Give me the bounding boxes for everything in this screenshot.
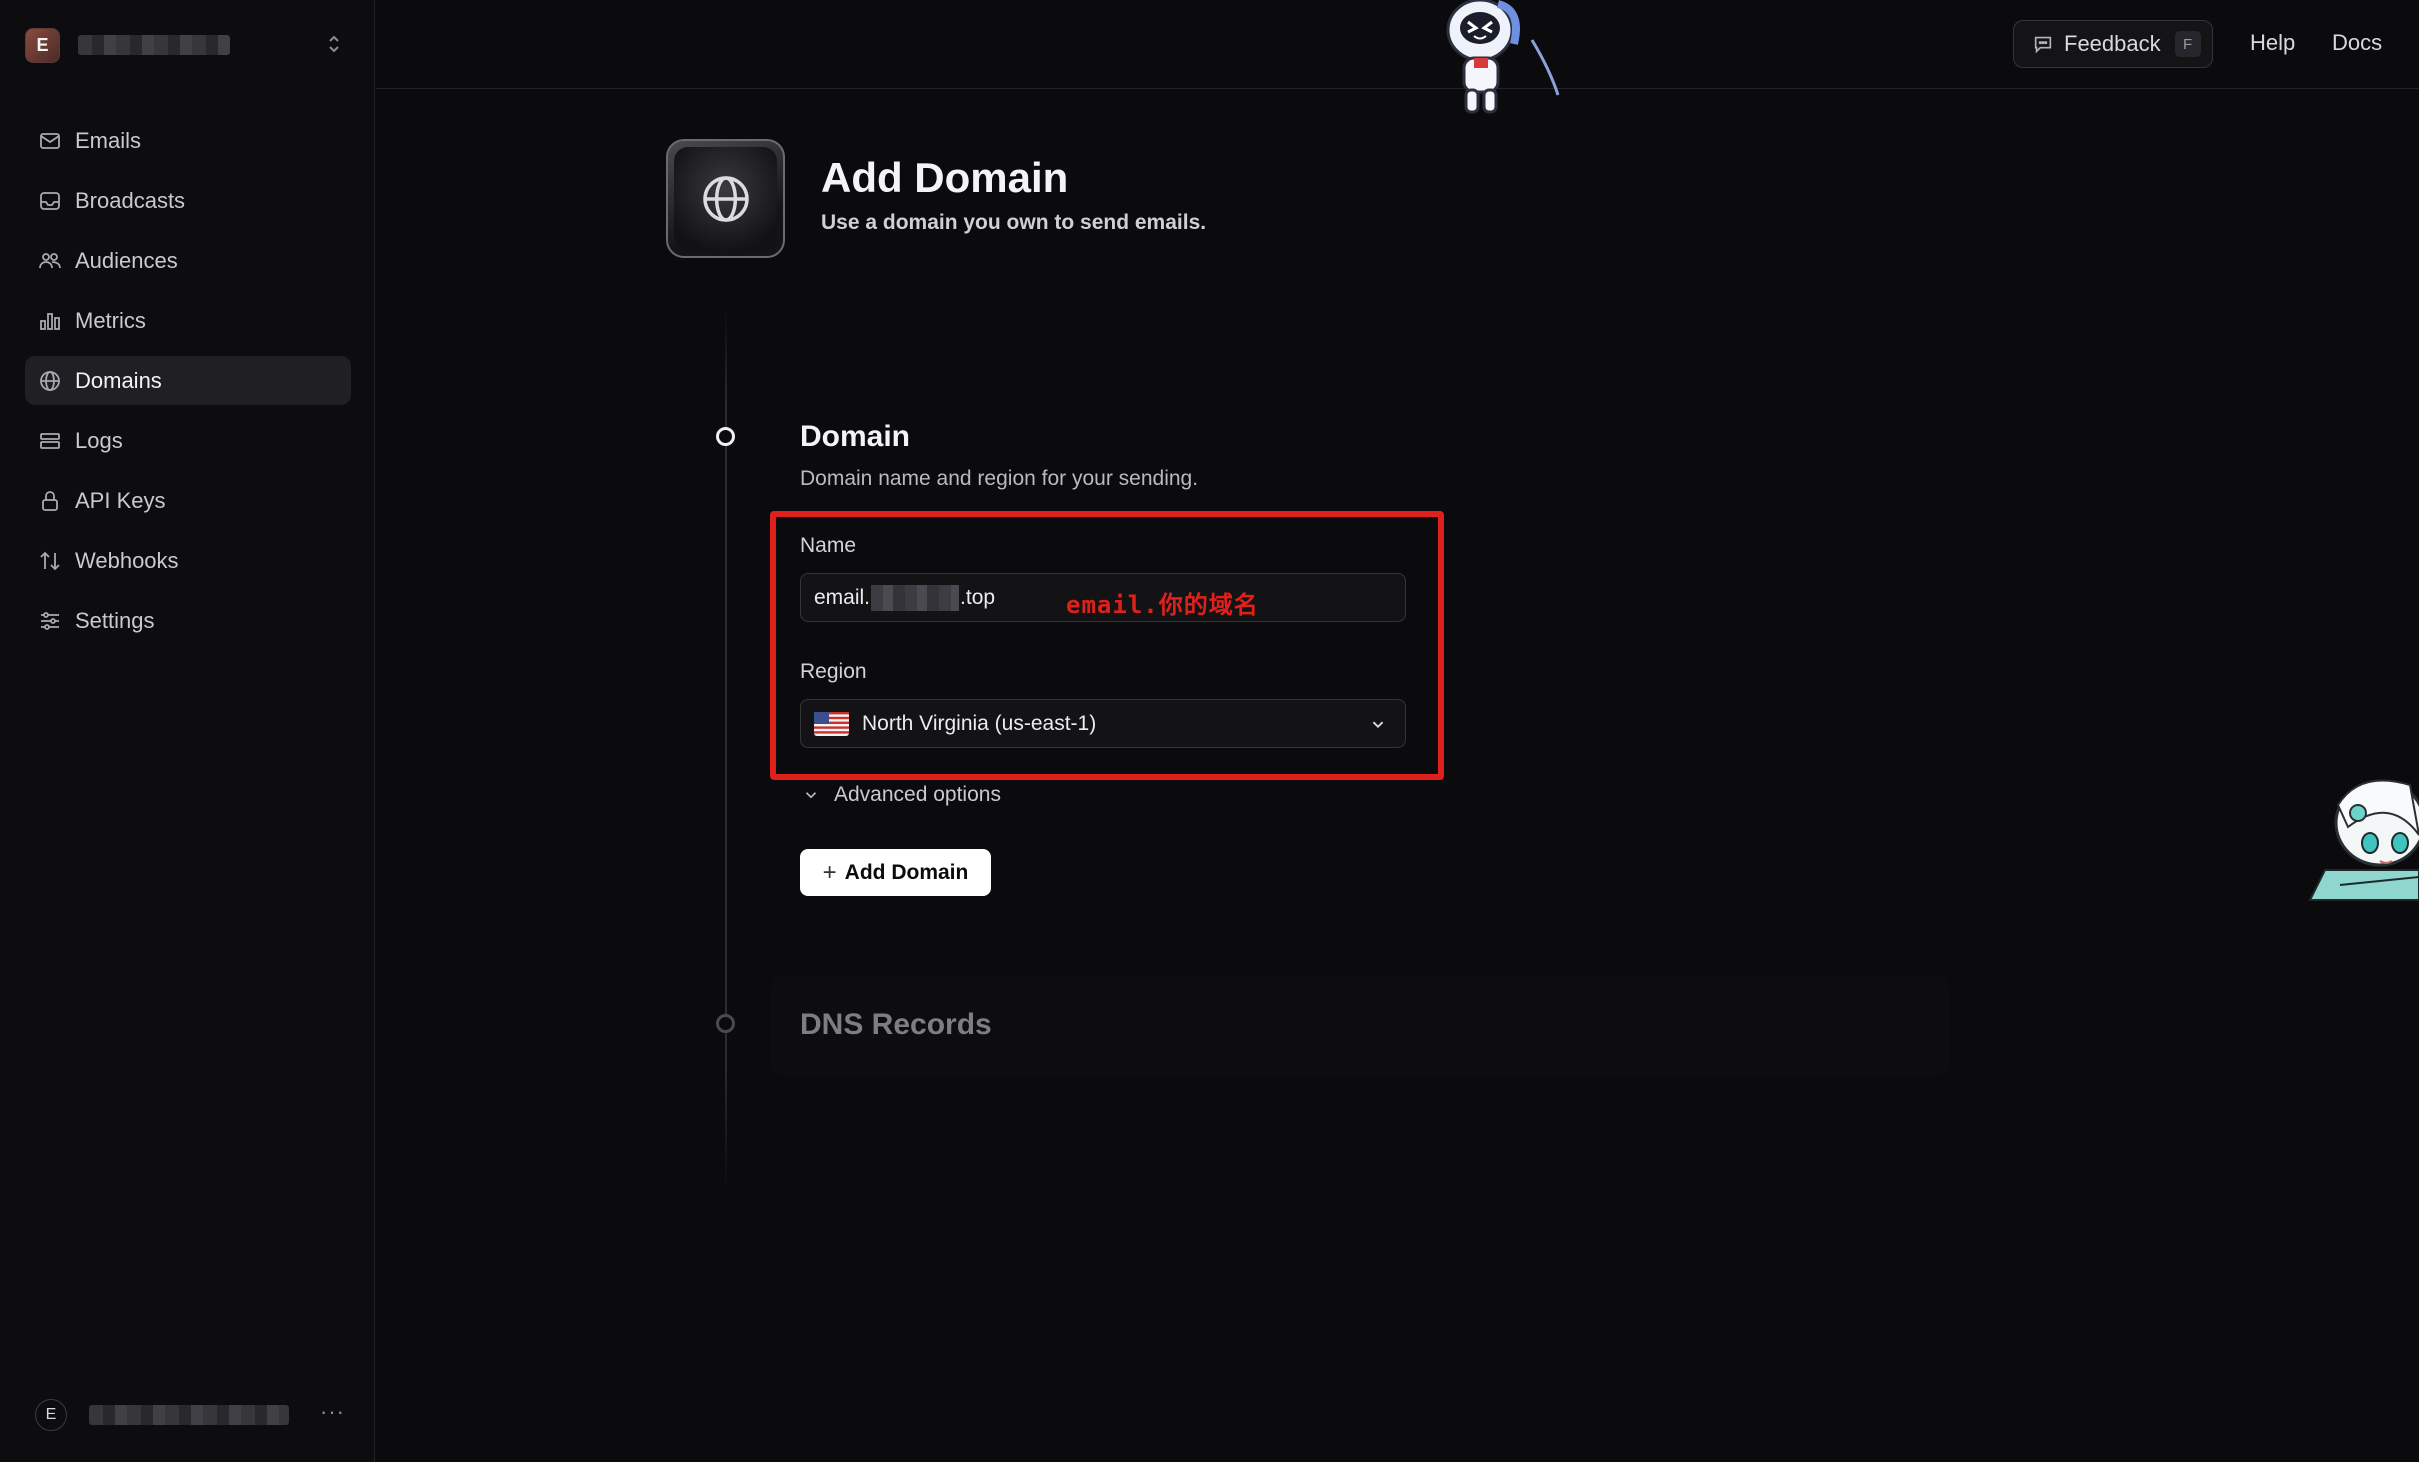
plus-icon: + (822, 858, 837, 886)
chevron-down-icon (802, 786, 820, 804)
user-email-redacted (89, 1405, 289, 1425)
sidebar-item-logs[interactable]: Logs (25, 416, 351, 465)
chevron-up-down-icon (323, 32, 345, 56)
advanced-options-toggle[interactable]: Advanced options (802, 783, 1001, 807)
mascot-sticker-right (2300, 765, 2419, 905)
page-subtitle: Use a domain you own to send emails. (821, 211, 1207, 234)
advanced-options-label: Advanced options (834, 783, 1001, 806)
sidebar-item-label: Broadcasts (75, 187, 186, 213)
dns-step-title: DNS Records (800, 1008, 992, 1041)
user-avatar: E (35, 1399, 67, 1431)
sidebar-item-label: Metrics (75, 307, 146, 333)
feedback-shortcut: F (2174, 31, 2201, 57)
highlight-annotation-box (770, 511, 1444, 780)
lock-icon (38, 489, 62, 513)
sidebar-item-metrics[interactable]: Metrics (25, 296, 351, 345)
arrows-icon (38, 549, 62, 573)
app-window: E Emails Broadcasts Audiences Metrics Do… (0, 0, 2419, 1462)
sidebar-item-domains[interactable]: Domains (25, 356, 351, 405)
domain-globe-badge (666, 139, 785, 258)
sidebar-item-label: Audiences (75, 247, 178, 273)
sidebar-item-label: Domains (75, 367, 162, 393)
topbar: Feedback F Help Docs (376, 0, 2419, 89)
workspace-avatar: E (25, 27, 60, 63)
logs-icon (38, 429, 62, 453)
user-menu[interactable]: E ··· (35, 1395, 345, 1435)
message-icon (2032, 33, 2054, 55)
domain-step-description: Domain name and region for your sending. (800, 467, 1199, 490)
sidebar-item-label: Settings (75, 607, 155, 633)
workspace-switcher[interactable]: E (25, 20, 345, 70)
mail-icon (38, 129, 62, 153)
sidebar: E Emails Broadcasts Audiences Metrics Do… (0, 0, 375, 1462)
mascot-sticker-top (1440, 0, 1560, 118)
bar-chart-icon (38, 309, 62, 333)
more-icon[interactable]: ··· (320, 1399, 345, 1425)
inbox-icon (38, 189, 62, 213)
sidebar-nav: Emails Broadcasts Audiences Metrics Doma… (25, 116, 351, 656)
annotation-text: email.你的域名 (1066, 591, 1259, 619)
domain-step-title: Domain (800, 420, 911, 453)
globe-icon (674, 147, 777, 250)
step-indicator-domain (716, 427, 735, 446)
sliders-icon (38, 609, 62, 633)
globe-icon (38, 369, 62, 393)
add-domain-button[interactable]: + Add Domain (800, 849, 991, 896)
sidebar-item-broadcasts[interactable]: Broadcasts (25, 176, 351, 225)
users-icon (38, 249, 62, 273)
sidebar-item-settings[interactable]: Settings (25, 596, 351, 645)
workspace-name-redacted (78, 35, 230, 55)
sidebar-item-label: Emails (75, 127, 142, 153)
feedback-label: Feedback (2064, 31, 2161, 56)
sidebar-item-api-keys[interactable]: API Keys (25, 476, 351, 525)
docs-link[interactable]: Docs (2332, 30, 2382, 56)
add-domain-label: Add Domain (844, 860, 969, 884)
sidebar-item-label: Logs (75, 427, 123, 453)
page-title: Add Domain (821, 154, 1069, 201)
sidebar-item-emails[interactable]: Emails (25, 116, 351, 165)
sidebar-item-audiences[interactable]: Audiences (25, 236, 351, 285)
help-link[interactable]: Help (2250, 30, 2295, 56)
sidebar-item-label: Webhooks (75, 547, 179, 573)
step-indicator-dns (716, 1014, 735, 1033)
feedback-button[interactable]: Feedback F (2013, 20, 2213, 68)
sidebar-item-webhooks[interactable]: Webhooks (25, 536, 351, 585)
sidebar-item-label: API Keys (75, 487, 166, 513)
